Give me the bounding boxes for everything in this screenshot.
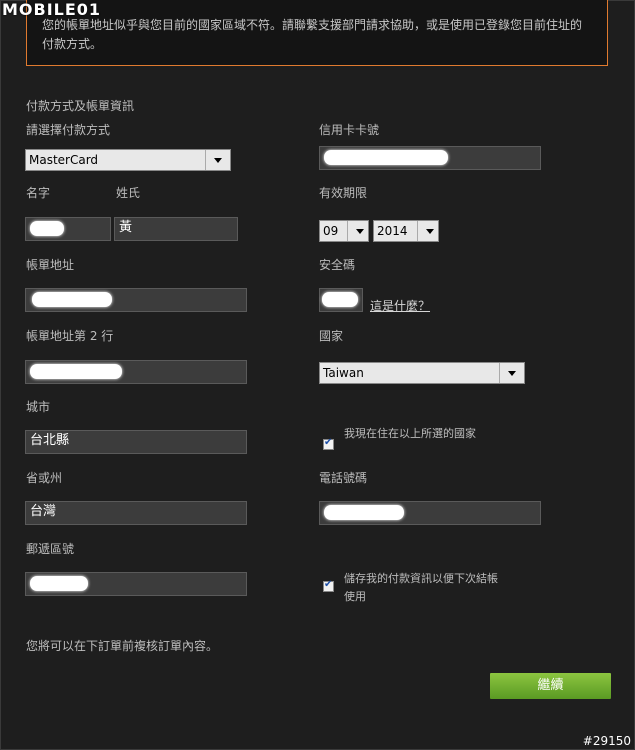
what-is-this-link[interactable]: 這是什麼？ <box>370 297 430 314</box>
expiry-month-select[interactable]: 09 <box>319 220 369 242</box>
redacted-mark <box>324 150 448 165</box>
last-name-input[interactable]: 黃 <box>114 217 238 241</box>
city-input[interactable]: 台北縣 <box>25 430 247 454</box>
card-number-label: 信用卡卡號 <box>319 123 380 137</box>
expiry-month-value: 09 <box>323 224 339 238</box>
country-value: Taiwan <box>323 366 364 380</box>
residence-checkbox[interactable] <box>323 437 334 450</box>
redacted-mark <box>322 292 358 307</box>
residence-checkbox-label: 我現在住在以上所選的國家 <box>344 427 476 440</box>
last-name-label: 姓氏 <box>116 186 141 200</box>
save-payment-label-line1: 儲存我的付款資訊以便下次結帳 <box>344 572 498 585</box>
continue-button[interactable]: 繼續 <box>490 673 611 699</box>
phone-input[interactable] <box>319 501 541 525</box>
redacted-mark <box>30 221 64 236</box>
redacted-mark <box>30 364 122 379</box>
billing-address-2-input[interactable] <box>25 360 247 384</box>
security-code-label: 安全碼 <box>319 258 356 272</box>
save-payment-checkbox[interactable] <box>323 579 334 592</box>
chevron-down-icon <box>205 150 230 170</box>
redacted-mark <box>30 576 88 591</box>
image-id-label: #29150 <box>582 734 631 748</box>
first-name-label: 名字 <box>26 186 51 200</box>
redacted-mark <box>324 505 404 520</box>
billing-address-label: 帳單地址 <box>26 258 75 272</box>
country-select[interactable]: Taiwan <box>319 362 525 384</box>
payment-method-value: MasterCard <box>29 153 99 167</box>
expiry-year-value: 2014 <box>377 224 408 238</box>
card-number-input[interactable] <box>319 146 541 170</box>
province-label: 省或州 <box>26 471 63 485</box>
chevron-down-icon <box>347 221 368 241</box>
country-label: 國家 <box>319 329 344 343</box>
expiry-year-select[interactable]: 2014 <box>373 220 439 242</box>
billing-address-input[interactable] <box>25 288 247 312</box>
review-note: 您將可以在下訂單前複核訂單內容。 <box>26 639 219 653</box>
redacted-mark <box>32 292 112 307</box>
save-payment-label-line2: 使用 <box>344 590 366 603</box>
postal-code-input[interactable] <box>25 572 247 596</box>
address-mismatch-warning: 您的帳單地址似乎與您目前的國家區域不符。請聯繫支援部門請求協助，或是使用已登錄您… <box>26 0 608 66</box>
postal-code-label: 郵遞區號 <box>26 542 75 556</box>
security-code-input[interactable] <box>319 288 363 312</box>
chevron-down-icon <box>499 363 524 383</box>
payment-method-label: 請選擇付款方式 <box>26 123 111 137</box>
payment-method-select[interactable]: MasterCard <box>25 149 231 171</box>
watermark-logo: MOBILE01 <box>2 0 102 19</box>
section-title: 付款方式及帳單資訊 <box>26 99 135 113</box>
chevron-down-icon <box>417 221 438 241</box>
province-input[interactable]: 台灣 <box>25 501 247 525</box>
first-name-input[interactable] <box>25 217 111 241</box>
phone-label: 電話號碼 <box>319 471 368 485</box>
city-label: 城市 <box>26 400 51 414</box>
billing-address-2-label: 帳單地址第 2 行 <box>26 329 114 343</box>
expiry-label: 有效期限 <box>319 186 368 200</box>
